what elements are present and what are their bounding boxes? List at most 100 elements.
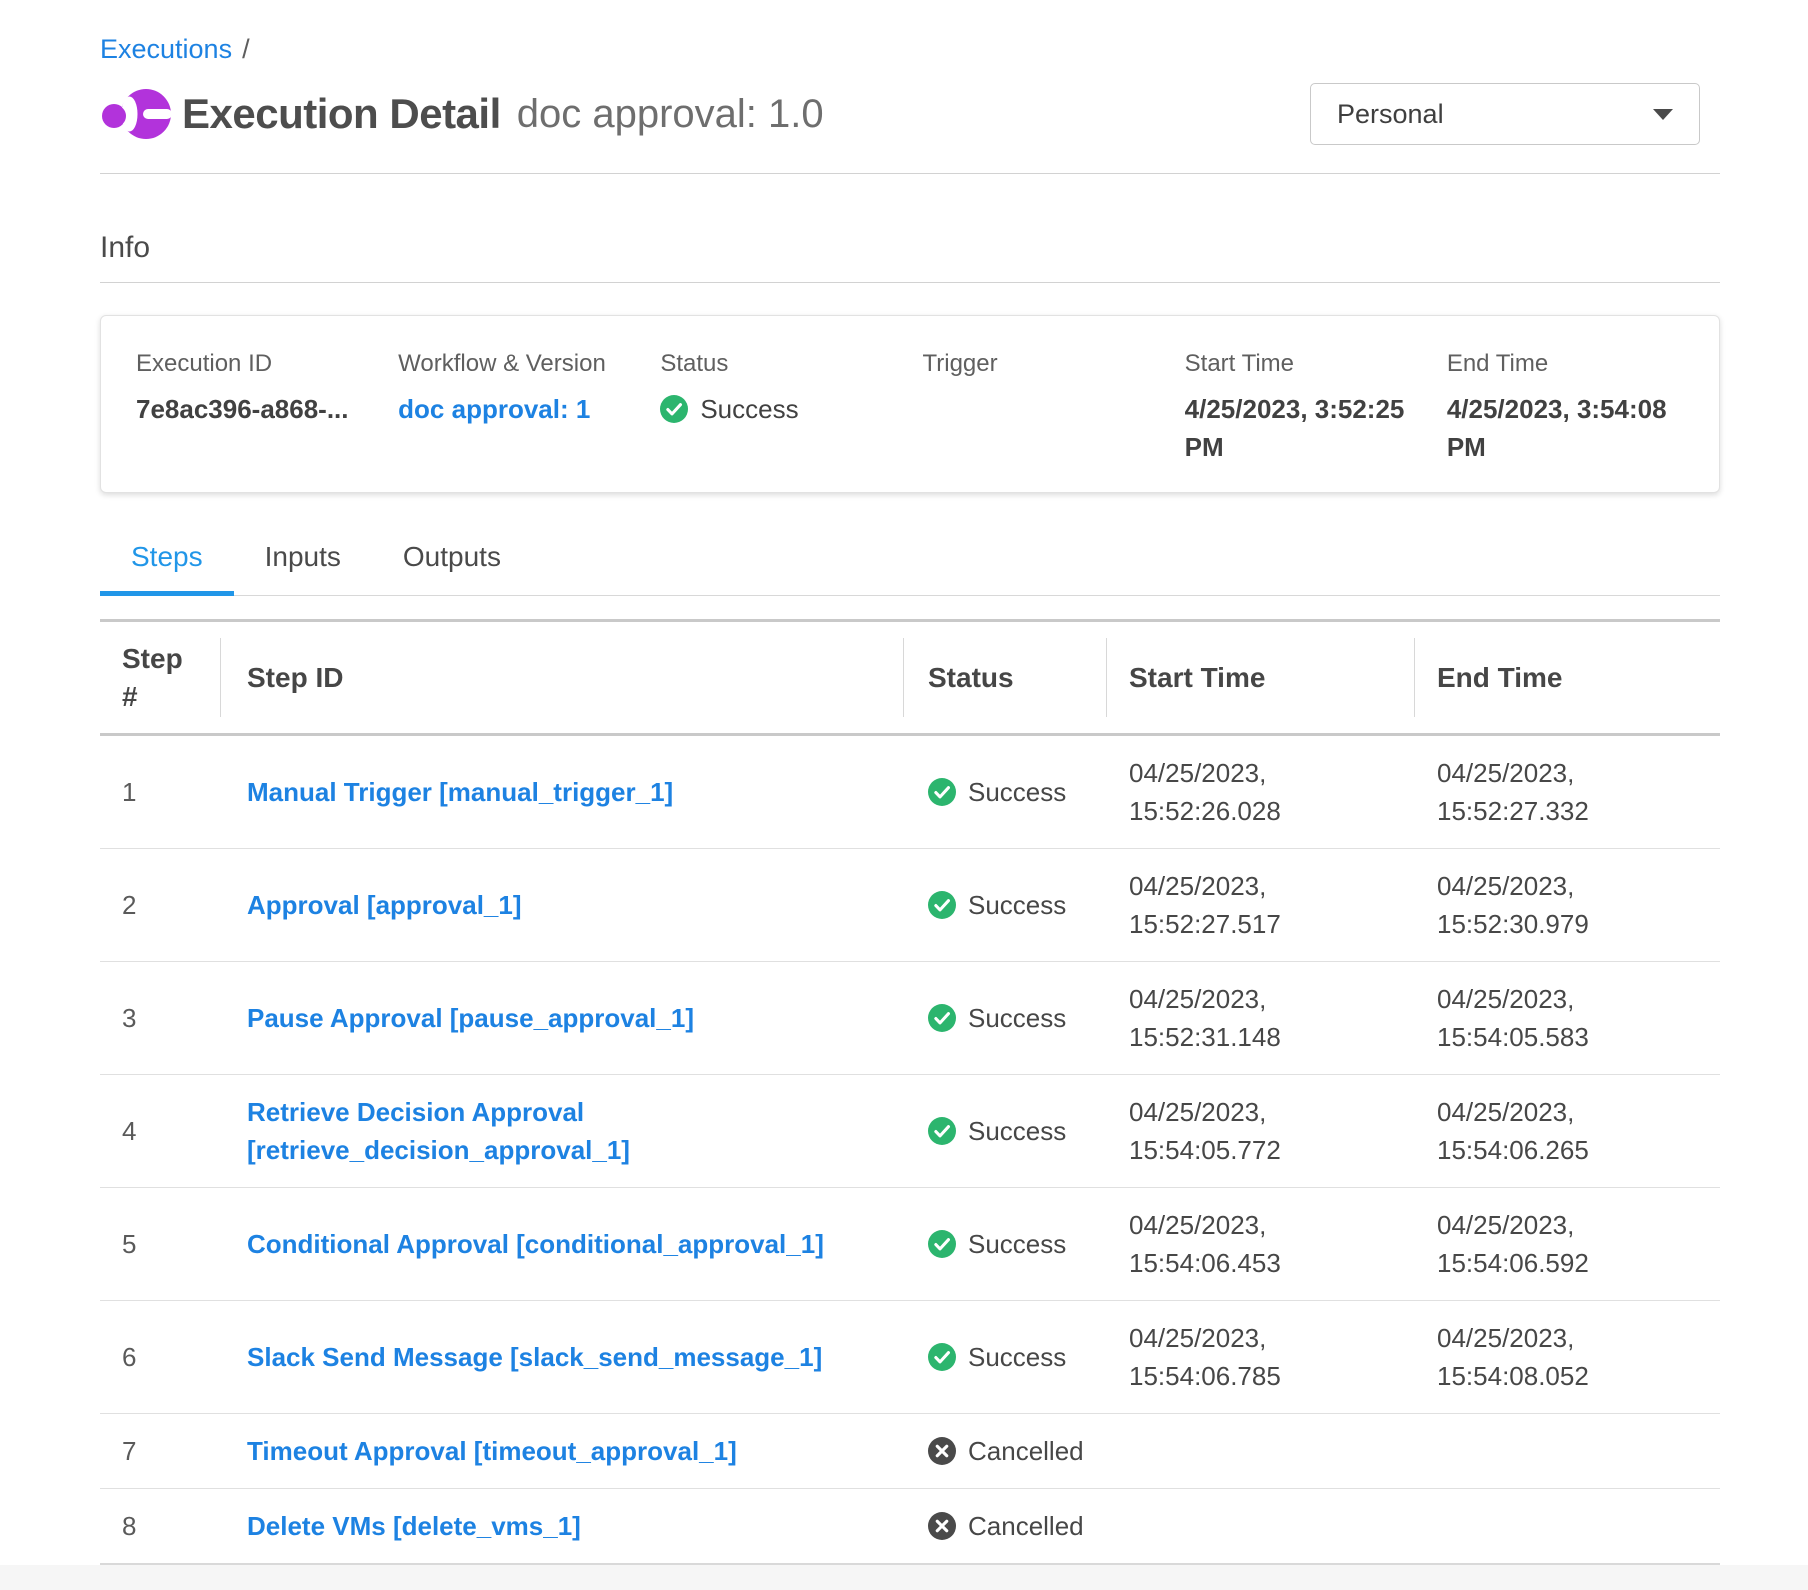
- step-number: 3: [100, 962, 220, 1075]
- step-status: Success: [968, 999, 1066, 1037]
- table-row-step-7: 7 Timeout Approval [timeout_approval_1] …: [100, 1414, 1720, 1489]
- step-status: Success: [968, 1338, 1066, 1376]
- step-number: 4: [100, 1075, 220, 1188]
- table-row-step-8: 8 Delete VMs [delete_vms_1] Cancelled: [100, 1489, 1720, 1565]
- col-header-step-number: Step #: [100, 621, 220, 735]
- table-row-step-1: 1 Manual Trigger [manual_trigger_1] Succ…: [100, 735, 1720, 849]
- breadcrumb: Executions /: [100, 0, 1720, 66]
- steps-table: Step # Step ID Status Start Time End Tim…: [100, 619, 1720, 1565]
- success-icon: [928, 778, 956, 806]
- execution-detail-page: Executions / Execution Detail doc approva…: [100, 0, 1720, 1565]
- step-start-time: 04/25/2023, 15:52:26.028: [1106, 735, 1414, 849]
- step-status: Cancelled: [968, 1432, 1084, 1470]
- info-field-trigger: Trigger: [922, 350, 1184, 466]
- col-header-end-time: End Time: [1414, 621, 1720, 735]
- step-link-delete-vms[interactable]: Delete VMs [delete_vms_1]: [247, 1511, 581, 1541]
- info-field-execution-id: Execution ID 7e8ac396-a868-...: [136, 350, 398, 466]
- success-icon: [928, 1230, 956, 1258]
- trigger-label: Trigger: [922, 350, 1150, 378]
- page-title: Execution Detail: [182, 90, 501, 138]
- step-link-timeout-approval[interactable]: Timeout Approval [timeout_approval_1]: [247, 1436, 737, 1466]
- step-end-time: 04/25/2023, 15:52:30.979: [1414, 849, 1720, 962]
- step-end-time: [1414, 1414, 1720, 1489]
- breadcrumb-separator: /: [242, 34, 250, 64]
- step-start-time: 04/25/2023, 15:54:06.785: [1106, 1301, 1414, 1414]
- table-row-step-2: 2 Approval [approval_1] Success 04/25/20…: [100, 849, 1720, 962]
- step-start-time: [1106, 1489, 1414, 1565]
- step-link-approval[interactable]: Approval [approval_1]: [247, 890, 522, 920]
- success-icon: [660, 395, 688, 423]
- workflow-version-link[interactable]: doc approval: 1: [398, 394, 590, 424]
- page-bottom-strip: [0, 1565, 1808, 1590]
- table-row-step-3: 3 Pause Approval [pause_approval_1] Succ…: [100, 962, 1720, 1075]
- step-status: Success: [968, 1112, 1066, 1150]
- info-section-title: Info: [100, 230, 1720, 266]
- step-end-time: 04/25/2023, 15:54:06.592: [1414, 1188, 1720, 1301]
- start-time-label: Start Time: [1185, 350, 1413, 378]
- table-row-step-4: 4 Retrieve Decision Approval [retrieve_d…: [100, 1075, 1720, 1188]
- info-field-workflow-version: Workflow & Version doc approval: 1: [398, 350, 660, 466]
- step-link-pause-approval[interactable]: Pause Approval [pause_approval_1]: [247, 1003, 694, 1033]
- step-status: Success: [968, 886, 1066, 924]
- col-header-start-time: Start Time: [1106, 621, 1414, 735]
- step-status: Success: [968, 773, 1066, 811]
- info-field-start-time: Start Time 4/25/2023, 3:52:25 PM: [1185, 350, 1447, 466]
- tab-inputs[interactable]: Inputs: [234, 517, 372, 596]
- cancelled-icon: [928, 1512, 956, 1540]
- success-icon: [928, 1343, 956, 1371]
- tab-steps[interactable]: Steps: [100, 517, 234, 596]
- end-time-label: End Time: [1447, 350, 1675, 378]
- success-icon: [928, 1117, 956, 1145]
- step-number: 6: [100, 1301, 220, 1414]
- step-number: 5: [100, 1188, 220, 1301]
- workflow-version-label: Workflow & Version: [398, 350, 626, 378]
- step-end-time: [1414, 1489, 1720, 1565]
- table-row-step-5: 5 Conditional Approval [conditional_appr…: [100, 1188, 1720, 1301]
- start-time-value: 4/25/2023, 3:52:25 PM: [1185, 390, 1413, 466]
- workspace-dropdown[interactable]: Personal: [1310, 83, 1700, 145]
- detail-tabs: Steps Inputs Outputs: [100, 517, 1720, 596]
- title-row: Execution Detail doc approval: 1.0 Perso…: [100, 82, 1720, 146]
- page-subtitle: doc approval: 1.0: [517, 92, 824, 137]
- col-header-step-id: Step ID: [220, 621, 903, 735]
- step-number: 7: [100, 1414, 220, 1489]
- step-start-time: [1106, 1414, 1414, 1489]
- step-link-retrieve-decision-approval[interactable]: Retrieve Decision Approval [retrieve_dec…: [247, 1097, 630, 1165]
- table-row-step-6: 6 Slack Send Message [slack_send_message…: [100, 1301, 1720, 1414]
- step-end-time: 04/25/2023, 15:54:06.265: [1414, 1075, 1720, 1188]
- step-number: 2: [100, 849, 220, 962]
- tab-outputs[interactable]: Outputs: [372, 517, 532, 596]
- step-link-conditional-approval[interactable]: Conditional Approval [conditional_approv…: [247, 1229, 824, 1259]
- col-header-status: Status: [903, 621, 1106, 735]
- step-end-time: 04/25/2023, 15:52:27.332: [1414, 735, 1720, 849]
- success-icon: [928, 1004, 956, 1032]
- step-number: 1: [100, 735, 220, 849]
- info-divider: [100, 282, 1720, 283]
- info-card: Execution ID 7e8ac396-a868-... Workflow …: [100, 315, 1720, 493]
- step-end-time: 04/25/2023, 15:54:05.583: [1414, 962, 1720, 1075]
- step-link-manual-trigger[interactable]: Manual Trigger [manual_trigger_1]: [247, 777, 673, 807]
- workspace-dropdown-value: Personal: [1337, 99, 1444, 130]
- execution-id-value: 7e8ac396-a868-...: [136, 390, 364, 428]
- info-field-status: Status Success: [660, 350, 922, 466]
- step-status: Success: [968, 1225, 1066, 1263]
- step-link-slack-send-message[interactable]: Slack Send Message [slack_send_message_1…: [247, 1342, 822, 1372]
- step-start-time: 04/25/2023, 15:52:31.148: [1106, 962, 1414, 1075]
- status-value: Success: [700, 390, 798, 428]
- steps-table-header-row: Step # Step ID Status Start Time End Tim…: [100, 621, 1720, 735]
- step-status: Cancelled: [968, 1507, 1084, 1545]
- success-icon: [928, 891, 956, 919]
- execution-id-label: Execution ID: [136, 350, 364, 378]
- header-divider: [100, 173, 1720, 174]
- step-end-time: 04/25/2023, 15:54:08.052: [1414, 1301, 1720, 1414]
- step-start-time: 04/25/2023, 15:54:06.453: [1106, 1188, 1414, 1301]
- step-number: 8: [100, 1489, 220, 1565]
- end-time-value: 4/25/2023, 3:54:08 PM: [1447, 390, 1675, 466]
- info-field-end-time: End Time 4/25/2023, 3:54:08 PM: [1447, 350, 1709, 466]
- cancelled-icon: [928, 1437, 956, 1465]
- chevron-down-icon: [1653, 109, 1673, 120]
- status-label: Status: [660, 350, 888, 378]
- breadcrumb-link-executions[interactable]: Executions: [100, 34, 232, 64]
- step-start-time: 04/25/2023, 15:54:05.772: [1106, 1075, 1414, 1188]
- workflow-brand-icon: [100, 88, 176, 140]
